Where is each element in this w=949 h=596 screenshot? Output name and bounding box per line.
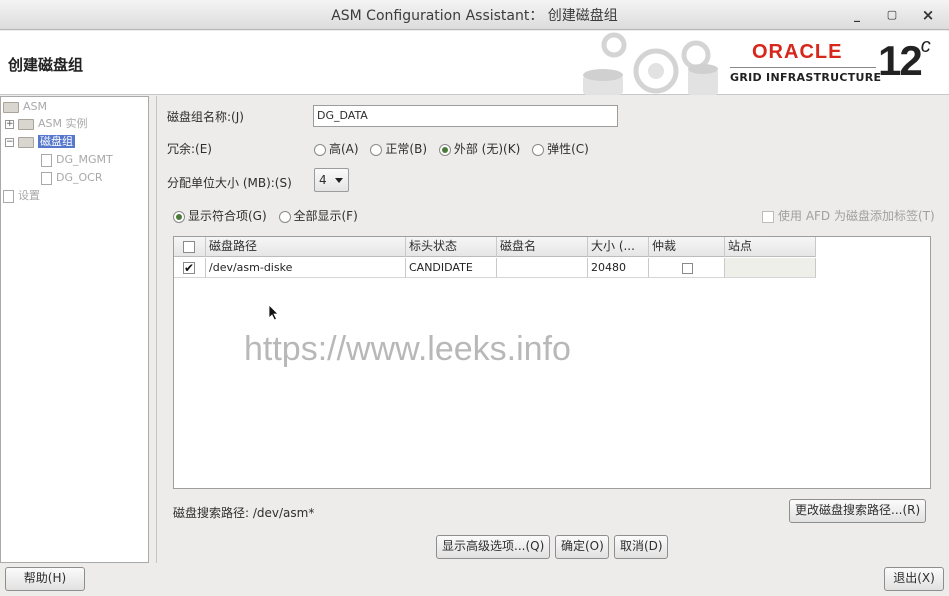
window-title-bar: ASM Configuration Assistant： 创建磁盘组 _ ▢ × [0,0,949,30]
filter-options: 显示符合项(G) 全部显示(F) [173,207,366,224]
mouse-pointer-icon [268,304,279,321]
column-header-path[interactable]: 磁盘路径 [206,237,406,257]
disk-group-name-label: 磁盘组名称:(J) [167,110,244,124]
disk-group-name-input[interactable]: DG_DATA [313,105,618,127]
column-header-size[interactable]: 大小 (... [588,237,649,257]
redundancy-options: 高(A) 正常(B) 外部 (无)(K) 弹性(C) [314,140,597,157]
redundancy-high-radio[interactable]: 高(A) [314,140,359,157]
tree-item-asm-instance[interactable]: + ASM 实例 [5,115,88,133]
grid-infrastructure-label: GRID INFRASTRUCTURE [730,71,882,84]
exit-button[interactable]: 退出(X) [884,567,944,591]
collapse-icon[interactable]: − [5,137,14,147]
afd-label-checkbox[interactable]: 使用 AFD 为磁盘添加标签(T) [762,207,935,224]
document-icon [41,171,52,185]
allocation-unit-select[interactable]: 4 [314,168,349,192]
folder-open-icon [18,136,34,148]
help-button[interactable]: 帮助(H) [5,567,85,591]
tree-item-disk-groups[interactable]: − 磁盘组 [5,133,75,151]
disk-discovery-path: 磁盘搜索路径: /dev/asm* [173,506,315,520]
change-discovery-path-button[interactable]: 更改磁盘搜索路径...(R) [789,499,926,523]
folder-open-icon [3,101,19,113]
chevron-down-icon [335,178,343,183]
redundancy-label: 冗余:(E) [167,142,212,156]
maximize-button[interactable]: ▢ [883,6,901,24]
cell-size[interactable]: 20480 [588,258,649,278]
oracle-logo: ORACLE GRID INFRASTRUCTURE [730,41,882,85]
oracle-brand: ORACLE [752,41,843,63]
cell-site[interactable] [725,258,816,278]
redundancy-normal-radio[interactable]: 正常(B) [370,140,427,157]
allocation-unit-label: 分配单位大小 (MB):(S) [167,176,292,190]
column-header-quorum[interactable]: 仲裁 [649,237,725,257]
tree-item-settings[interactable]: 设置 [3,187,40,205]
close-button[interactable]: × [919,6,937,24]
column-header-disk-name[interactable]: 磁盘名 [497,237,588,257]
ok-button[interactable]: 确定(O) [555,535,609,559]
show-advanced-options-button[interactable]: 显示高级选项...(Q) [436,535,550,559]
minimize-button[interactable]: _ [848,6,866,24]
tree-item-dg-mgmt[interactable]: DG_MGMT [41,151,113,169]
page-title: 创建磁盘组 [8,56,84,74]
select-all-checkbox[interactable] [183,240,195,253]
quorum-checkbox[interactable] [682,262,693,274]
row-select-checkbox[interactable] [183,259,195,277]
folder-icon [18,118,34,130]
navigation-tree: ASM + ASM 实例 − 磁盘组 DG_MGMT DG_OCR 设置 [0,96,149,563]
panel-divider [156,96,157,563]
window-title: ASM Configuration Assistant： 创建磁盘组 [331,8,618,24]
column-header-header-status[interactable]: 标头状态 [406,237,497,257]
header-banner: 创建磁盘组 ORACLE GRID INFRASTRUCTURE 12c [0,31,949,95]
tree-item-dg-ocr[interactable]: DG_OCR [41,169,102,187]
document-icon [3,189,14,203]
gears-illustration-icon [583,32,718,95]
tree-item-asm[interactable]: ASM [3,98,47,116]
column-header-site[interactable]: 站点 [725,237,816,257]
cancel-button[interactable]: 取消(D) [614,535,668,559]
cell-disk-name[interactable] [497,258,588,278]
select-all-header[interactable] [174,237,206,257]
cell-quorum[interactable] [649,258,725,278]
row-select-cell[interactable] [174,258,206,278]
redundancy-flex-radio[interactable]: 弹性(C) [532,140,589,157]
document-icon [41,153,52,167]
expand-icon[interactable]: + [5,119,14,129]
cell-disk-path[interactable]: /dev/asm-diske [206,258,406,278]
show-all-radio[interactable]: 全部显示(F) [278,207,358,224]
cell-header-status[interactable]: CANDIDATE [406,258,497,278]
version-label: 12c [878,35,931,84]
redundancy-external-radio[interactable]: 外部 (无)(K) [438,140,520,157]
watermark-text: https://www.leeks.info [244,330,571,368]
show-eligible-radio[interactable]: 显示符合项(G) [173,207,267,224]
